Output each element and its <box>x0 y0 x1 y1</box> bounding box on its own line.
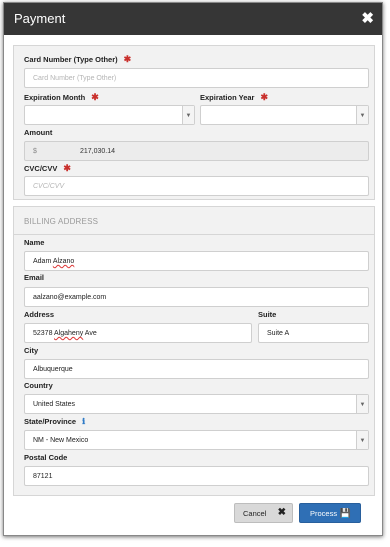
close-icon[interactable]: ✖ <box>361 9 374 27</box>
required-icon: ✱ <box>123 54 132 64</box>
expiration-month-select[interactable]: ▼ <box>24 105 195 125</box>
suite-value: Suite A <box>267 330 290 337</box>
email-input[interactable]: aalzano@example.com <box>24 287 369 307</box>
cancel-button[interactable]: Cancel ✖ <box>234 503 293 523</box>
process-button[interactable]: Process 💾 <box>299 503 361 523</box>
chevron-down-icon[interactable]: ▼ <box>356 106 368 124</box>
close-icon: ✖ <box>277 507 286 518</box>
expiration-month-label: Expiration Month ✱ <box>24 92 99 102</box>
postal-code-input[interactable]: 87121 <box>24 466 369 486</box>
country-label: Country <box>24 381 53 390</box>
process-button-label: Process <box>310 509 338 518</box>
country-select[interactable]: United States ▼ <box>24 394 369 414</box>
cvc-input[interactable]: CVC/CVV <box>24 176 369 196</box>
required-icon: ✱ <box>91 92 99 102</box>
amount-label: Amount <box>24 128 53 137</box>
info-icon[interactable]: ℹ <box>82 417 85 426</box>
email-label: Email <box>24 273 45 282</box>
name-value: Adam Alzano <box>33 258 75 265</box>
suite-label: Suite <box>258 310 277 319</box>
address-value: 52378 Algaheny Ave <box>33 330 97 337</box>
state-select[interactable]: NM - New Mexico ▼ <box>24 430 369 450</box>
payment-dialog: Payment ✖ Card Number (Type Other) ✱ Card… <box>3 2 383 536</box>
name-label: Name <box>24 238 45 247</box>
billing-section-title: BILLING ADDRESS <box>24 217 99 226</box>
city-value: Albuquerque <box>33 366 73 373</box>
amount-value: 217,030.14 <box>80 148 116 155</box>
postal-code-value: 87121 <box>33 473 53 480</box>
cvc-label: CVC/CVV ✱ <box>24 163 71 173</box>
address-label: Address <box>24 310 55 319</box>
dialog-title: Payment <box>14 11 66 26</box>
save-icon: 💾 <box>339 508 351 518</box>
amount-field: $ 217,030.14 <box>24 141 369 161</box>
suite-input[interactable]: Suite A <box>258 323 369 343</box>
card-number-label: Card Number (Type Other) ✱ <box>24 54 132 64</box>
country-value: United States <box>33 401 76 408</box>
chevron-down-icon[interactable]: ▼ <box>356 395 368 413</box>
billing-address-panel: BILLING ADDRESS Name Adam Alzano Email a… <box>13 206 375 496</box>
cvc-placeholder: CVC/CVV <box>33 183 65 190</box>
city-label: City <box>24 346 39 355</box>
currency-symbol: $ <box>33 148 37 155</box>
required-icon: ✱ <box>63 163 71 173</box>
email-value: aalzano@example.com <box>33 294 107 301</box>
expiration-year-label: Expiration Year ✱ <box>200 92 269 102</box>
city-input[interactable]: Albuquerque <box>24 359 369 379</box>
required-icon: ✱ <box>260 92 269 102</box>
chevron-down-icon[interactable]: ▼ <box>356 431 368 449</box>
card-details-panel: Card Number (Type Other) ✱ Card Number (T… <box>13 45 375 200</box>
card-number-placeholder: Card Number (Type Other) <box>33 75 117 82</box>
chevron-down-icon[interactable]: ▼ <box>182 106 194 124</box>
postal-code-label: Postal Code <box>24 453 68 462</box>
cancel-button-label: Cancel <box>243 509 267 518</box>
address-input[interactable]: 52378 Algaheny Ave <box>24 323 252 343</box>
state-value: NM - New Mexico <box>33 437 89 444</box>
dialog-titlebar: Payment ✖ <box>4 3 382 35</box>
state-label: State/Province ℹ <box>24 417 86 426</box>
billing-section-header: BILLING ADDRESS <box>14 207 374 235</box>
card-number-input[interactable]: Card Number (Type Other) <box>24 68 369 88</box>
expiration-year-select[interactable]: ▼ <box>200 105 369 125</box>
name-input[interactable]: Adam Alzano <box>24 251 369 271</box>
